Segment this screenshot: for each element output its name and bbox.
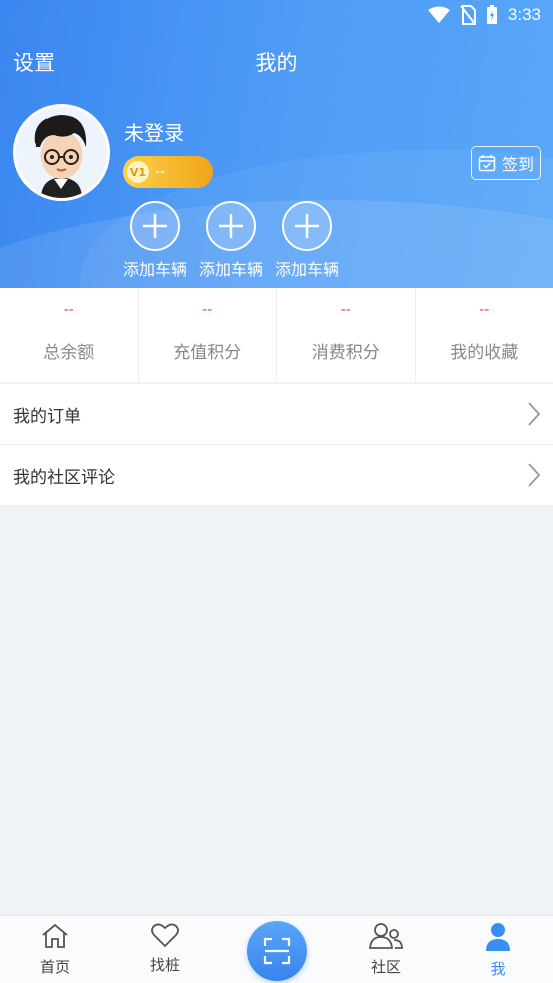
- scan-button[interactable]: [247, 921, 307, 981]
- user-name[interactable]: 未登录: [124, 117, 184, 146]
- add-vehicle-2[interactable]: 添加车辆: [197, 201, 265, 280]
- calendar-check-icon: [478, 155, 496, 172]
- chevron-right-icon: [528, 402, 541, 426]
- person-icon: [486, 923, 510, 951]
- add-vehicle-3[interactable]: 添加车辆: [273, 201, 341, 280]
- add-vehicle-circle[interactable]: [282, 201, 332, 251]
- tab-label: 社区: [370, 958, 401, 976]
- heart-icon: [151, 923, 179, 948]
- add-vehicle-label: 添加车辆: [198, 260, 263, 279]
- avatar[interactable]: [13, 104, 110, 201]
- level-value: --: [155, 164, 166, 180]
- stat-value: --: [63, 302, 74, 318]
- stats-row: -- 总余额 -- 充值积分 -- 消费积分 -- 我的收藏: [0, 288, 553, 382]
- avatar-cartoon-icon: [16, 107, 107, 198]
- status-bar: 3:33: [427, 0, 553, 30]
- menu-item-community-comments[interactable]: 我的社区评论: [0, 444, 553, 505]
- checkin-button[interactable]: 签到: [471, 146, 541, 180]
- stat-favorites[interactable]: -- 我的收藏: [416, 288, 553, 382]
- battery-icon: [486, 5, 497, 24]
- add-vehicle-label: 添加车辆: [122, 260, 187, 279]
- stat-value: --: [202, 302, 213, 318]
- status-time: 3:33: [507, 5, 541, 24]
- stat-value: --: [479, 302, 490, 318]
- menu-item-label: 我的社区评论: [13, 467, 115, 488]
- plus-icon: [295, 214, 319, 238]
- tab-community[interactable]: 社区: [346, 922, 426, 977]
- menu-list: 我的订单 我的社区评论: [0, 383, 553, 505]
- tab-label: 首页: [39, 958, 70, 976]
- profile-header: 3:33 设置 我的 未登录 V1 -- 签到 添加车辆 添加车辆 添加车辆: [0, 0, 553, 288]
- checkin-label: 签到: [501, 155, 534, 174]
- wifi-icon: [427, 6, 450, 23]
- stat-recharge-points[interactable]: -- 充值积分: [139, 288, 277, 382]
- plus-icon: [219, 214, 243, 238]
- tab-home[interactable]: 首页: [15, 922, 95, 977]
- level-badge: V1 --: [123, 156, 213, 188]
- community-icon: [369, 923, 403, 949]
- bottom-tab-bar: 首页 找桩 社区 我: [0, 915, 553, 983]
- menu-item-label: 我的订单: [13, 406, 81, 427]
- stat-total-balance[interactable]: -- 总余额: [0, 288, 139, 382]
- chevron-right-icon: [528, 463, 541, 487]
- stat-label: 充值积分: [173, 343, 242, 363]
- home-icon: [42, 923, 68, 948]
- plus-icon: [143, 214, 167, 238]
- page-title: 我的: [255, 51, 298, 75]
- tab-me[interactable]: 我: [458, 922, 538, 979]
- stat-value: --: [340, 302, 351, 318]
- stat-consume-points[interactable]: -- 消费积分: [277, 288, 416, 382]
- scan-icon: [263, 937, 291, 965]
- add-vehicle-label: 添加车辆: [274, 260, 339, 279]
- stat-label: 消费积分: [311, 343, 380, 363]
- tab-label: 我: [490, 960, 506, 978]
- add-vehicle-1[interactable]: 添加车辆: [121, 201, 189, 280]
- add-vehicle-circle[interactable]: [206, 201, 256, 251]
- tab-find-pile[interactable]: 找桩: [125, 922, 205, 975]
- no-sim-icon: [460, 5, 476, 25]
- tab-label: 找桩: [149, 956, 180, 974]
- stat-label: 我的收藏: [450, 343, 519, 363]
- add-vehicle-circle[interactable]: [130, 201, 180, 251]
- stat-label: 总余额: [43, 343, 95, 363]
- menu-item-orders[interactable]: 我的订单: [0, 383, 553, 444]
- level-coin-icon: V1: [127, 161, 149, 183]
